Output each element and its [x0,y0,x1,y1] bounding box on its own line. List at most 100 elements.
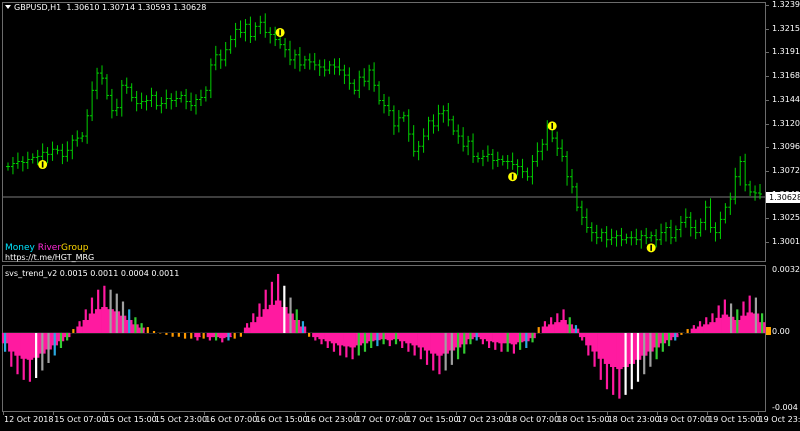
histogram-bar [537,327,540,333]
time-tick-label: 16 Oct 15:00 [255,415,308,424]
time-tick-label: 15 Oct 07:00 [54,415,107,424]
histogram-bar [729,303,733,333]
histogram-bar [245,323,249,333]
time-tick-mark [53,412,55,415]
histogram-bar [407,333,410,352]
histogram-bar [463,333,466,354]
histogram-bar [562,309,565,333]
price-tick-label: 1.31206 [772,118,800,128]
indicator-scale-bottom: -0.004 [772,403,798,412]
mt4-chart-window: GBPUSD,H1 1.30610 1.30714 1.30593 1.3062… [0,0,800,431]
histogram-bar [487,333,491,348]
histogram-bar [481,333,484,345]
histogram-bar [754,297,757,333]
histogram-bar [270,281,274,333]
time-tick-label: 18 Oct 07:00 [507,415,560,424]
histogram-bar [252,313,255,333]
histogram-bar [401,333,404,348]
time-tick-mark [707,412,709,415]
time-tick-label: 18 Oct 15:00 [557,415,610,424]
price-axis[interactable]: 1.32394 1.32153 1.31917 1.31681 1.31442 1.312… [766,0,800,265]
time-tick-mark [757,412,759,415]
histogram-bar [190,333,193,339]
time-tick-label: 17 Oct 15:00 [406,415,459,424]
histogram-bar [221,333,224,343]
histogram-bar [388,333,391,347]
price-tick-mark [766,218,769,220]
histogram-bar [72,329,75,333]
histogram-bar [667,333,671,347]
price-tick-mark [766,99,769,101]
histogram-bar [581,333,584,341]
time-tick-label: 16 Oct 23:00 [305,415,358,424]
time-tick-mark [355,412,357,415]
histogram-bar [258,303,261,333]
time-axis[interactable]: 12 Oct 2018 15 Oct 07:00 15 Oct 15:00 15 Oc… [0,412,800,431]
time-tick-label: 12 Oct 2018 [4,415,54,424]
indicator-scale-top: 0.0032 [772,265,800,274]
histogram-bar [351,333,354,360]
histogram-bar [698,321,702,333]
histogram-bar [152,331,156,333]
histogram-bar [363,333,367,352]
histogram-bar [494,333,497,350]
histogram-bar [717,305,720,333]
histogram-bar [165,333,168,335]
time-tick-mark [405,412,407,415]
price-tick-mark [766,147,769,149]
histogram-bar [686,329,689,333]
histogram-bar [332,333,336,352]
price-tick-label: 1.31917 [772,47,800,57]
histogram-bar [47,333,50,363]
indicator-histogram-svg[interactable] [0,0,766,412]
histogram-bar [692,325,695,333]
histogram-bar [28,333,32,382]
histogram-bar [525,333,528,348]
histogram-bar [90,297,94,333]
histogram-bar [512,333,516,354]
histogram-bar [450,333,453,365]
price-tick-label: 1.32153 [772,23,800,33]
histogram-bar [723,299,726,333]
histogram-bar [22,333,25,380]
histogram-bar [97,289,100,333]
time-tick-mark [103,412,105,415]
time-tick-mark [656,412,658,415]
histogram-bar [550,317,553,333]
histogram-bar [128,309,131,333]
time-tick-label: 19 Oct 15:00 [708,415,761,424]
histogram-bar [202,333,205,339]
histogram-bar [711,313,714,333]
price-tick-mark [766,28,769,30]
histogram-bar [115,293,118,333]
histogram-bar [308,333,311,337]
histogram-bar [196,333,199,341]
price-tick-label: 1.30252 [772,213,800,223]
histogram-bar [469,333,472,345]
histogram-bar [649,333,652,367]
histogram-bar [239,333,242,337]
price-tick-label: 1.32394 [772,0,800,9]
time-tick-mark [455,412,457,415]
histogram-bar [4,333,7,352]
histogram-bar [680,333,683,335]
histogram-bar [357,333,360,356]
histogram-bar [413,333,416,356]
histogram-bar [630,333,633,390]
histogram-bar [41,333,44,371]
histogram-bar [674,333,677,341]
histogram-bar [655,333,658,360]
time-tick-label: 15 Oct 23:00 [154,415,208,424]
histogram-bar [16,333,19,375]
indicator-axis[interactable]: 0.0032 0.00 -0.004 [766,265,800,412]
histogram-bar [425,333,429,365]
histogram-bar [339,333,342,356]
histogram-bar [748,295,751,333]
histogram-bar [277,273,280,333]
histogram-bar [53,333,56,356]
time-tick-mark [556,412,558,415]
price-tick-label: 1.31681 [772,71,800,81]
histogram-bar [183,333,187,339]
histogram-bar [661,333,664,352]
histogram-bar [326,333,329,348]
